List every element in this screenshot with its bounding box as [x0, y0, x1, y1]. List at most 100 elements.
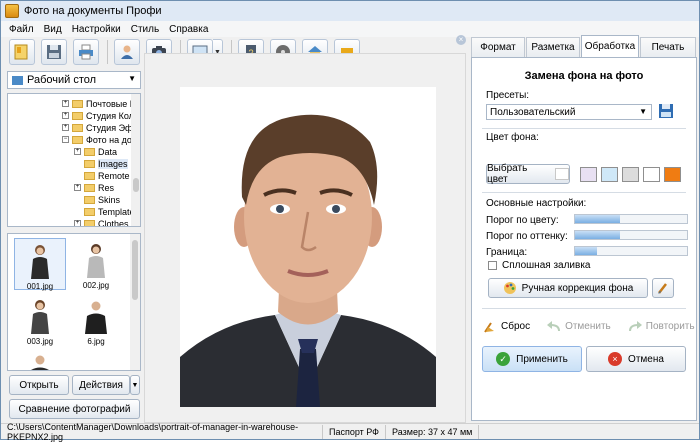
status-size: Размер: 37 x 47 мм: [386, 424, 480, 439]
solid-fill-checkbox[interactable]: Сплошная заливка: [488, 260, 590, 271]
processing-panel: Замена фона на фото Пресеты: Пользовател…: [471, 57, 697, 421]
slider-label: Граница:: [486, 246, 528, 258]
woman-portrait-thumbnail: [31, 300, 49, 334]
tab-layout[interactable]: Разметка: [526, 37, 580, 57]
wizard-button[interactable]: [9, 39, 35, 65]
thumbnail-item[interactable]: 6.jpg: [70, 294, 122, 346]
slider-fill: [575, 215, 620, 223]
tree-item[interactable]: + Почтовые К: [62, 98, 135, 109]
menu-view[interactable]: Вид: [44, 24, 62, 35]
tree-item[interactable]: + Data: [74, 146, 117, 157]
thumbnail-list: 001.jpg 002.jpg 003.jpg 6.jpg: [7, 233, 141, 371]
window-title: Фото на документы Профи: [24, 5, 162, 17]
menu-style[interactable]: Стиль: [131, 24, 159, 35]
expand-icon[interactable]: +: [74, 220, 81, 226]
swatch-lavender[interactable]: [580, 167, 597, 182]
tree-item[interactable]: Template: [84, 206, 135, 217]
tree-item[interactable]: + Res: [74, 182, 114, 193]
expand-icon[interactable]: +: [74, 148, 81, 155]
print-button[interactable]: [73, 39, 99, 65]
color-threshold-slider[interactable]: [574, 214, 688, 224]
swatch-orange[interactable]: [664, 167, 681, 182]
folder-icon: [72, 123, 83, 132]
undo-button[interactable]: Отменить: [546, 319, 611, 333]
photo-canvas[interactable]: [144, 53, 466, 423]
scroll-thumb[interactable]: [133, 178, 139, 192]
cancel-button[interactable]: × Отмена: [586, 346, 686, 372]
save-button[interactable]: [41, 39, 67, 65]
hue-threshold-slider[interactable]: [574, 230, 688, 240]
apply-label: Применить: [516, 353, 568, 365]
undo-label: Отменить: [565, 320, 611, 332]
tree-item[interactable]: + Clothes: [74, 218, 129, 226]
expand-icon[interactable]: +: [62, 124, 69, 131]
folder-select[interactable]: Рабочий стол ▼: [7, 71, 141, 89]
redo-button[interactable]: Повторить: [627, 319, 695, 333]
woman-portrait-thumbnail: [87, 244, 105, 278]
chevron-down-icon: ▼: [131, 381, 139, 389]
apply-button[interactable]: ✓ Применить: [482, 346, 582, 372]
brush-button[interactable]: [652, 278, 674, 298]
user-button[interactable]: [114, 39, 140, 65]
tab-print[interactable]: Печать: [640, 37, 696, 57]
redo-label: Повторить: [645, 320, 695, 332]
swatch-gray[interactable]: [622, 167, 639, 182]
expand-icon[interactable]: +: [74, 184, 81, 191]
pick-color-button[interactable]: Выбрать цвет: [486, 163, 570, 185]
cancel-label: Отмена: [628, 353, 664, 365]
divider: [482, 192, 686, 193]
palette-icon: [503, 282, 516, 294]
tree-item[interactable]: + Студия Эфф: [62, 122, 140, 133]
woman-portrait-thumbnail: [31, 245, 49, 279]
tab-processing[interactable]: Обработка: [581, 35, 639, 57]
menu-file[interactable]: Файл: [9, 24, 34, 35]
app-icon: [5, 4, 19, 18]
expand-icon[interactable]: +: [62, 112, 69, 119]
thumbnail-item[interactable]: 002.jpg: [70, 238, 122, 290]
tab-bar: Формат Разметка Обработка Печать: [471, 35, 697, 57]
folder-icon: [84, 159, 95, 168]
current-color-swatch: [555, 168, 569, 180]
swatch-white[interactable]: [643, 167, 660, 182]
border-slider[interactable]: [574, 246, 688, 256]
thumbnail-scrollbar[interactable]: [130, 234, 140, 370]
tree-item[interactable]: + Студия Колл: [62, 110, 139, 121]
scroll-thumb[interactable]: [132, 240, 138, 300]
checkbox-box[interactable]: [488, 261, 497, 270]
compare-photos-button[interactable]: Сравнение фотографий: [9, 399, 140, 419]
thumbnail-item[interactable]: [14, 348, 66, 370]
print-icon: [79, 44, 93, 60]
menu-help[interactable]: Справка: [169, 24, 208, 35]
close-panel-icon[interactable]: ×: [456, 35, 466, 45]
preset-select[interactable]: Пользовательский ▼: [486, 104, 652, 120]
thumbnail-item-selected[interactable]: 001.jpg: [14, 238, 66, 291]
app-window: Фото на документы Профи Файл Вид Настрой…: [0, 0, 700, 442]
manual-correction-label: Ручная коррекция фона: [521, 282, 634, 294]
collapse-icon[interactable]: −: [62, 136, 69, 143]
preset-select-value: Пользовательский: [490, 106, 576, 118]
tab-format[interactable]: Формат: [471, 37, 525, 57]
chevron-down-icon: ▼: [639, 107, 647, 116]
tree-item-selected[interactable]: Images: [84, 158, 128, 169]
manual-correction-button[interactable]: Ручная коррекция фона: [488, 278, 648, 298]
swatch-light-blue[interactable]: [601, 167, 618, 182]
folder-icon: [84, 171, 95, 180]
toolbar-separator: [107, 40, 108, 64]
thumbnail-item[interactable]: 003.jpg: [14, 294, 66, 346]
actions-button[interactable]: Действия: [72, 375, 130, 395]
tree-vertical-scrollbar[interactable]: [131, 94, 140, 226]
menu-settings[interactable]: Настройки: [72, 24, 121, 35]
tree-item[interactable]: Remote: [84, 170, 130, 181]
folder-icon: [84, 183, 95, 192]
tree-item[interactable]: Skins: [84, 194, 120, 205]
expand-icon[interactable]: +: [62, 100, 69, 107]
hue-threshold-row: Порог по оттенку:: [486, 230, 690, 242]
save-preset-icon[interactable]: [658, 103, 674, 119]
folder-icon: [84, 219, 95, 226]
tree-item[interactable]: − Фото на док: [62, 134, 136, 145]
actions-dropdown-button[interactable]: ▼: [130, 375, 140, 395]
desktop-icon: [12, 75, 23, 85]
open-button[interactable]: Открыть: [9, 375, 69, 395]
folder-icon: [72, 135, 83, 144]
reset-button[interactable]: Сброс: [482, 319, 530, 333]
